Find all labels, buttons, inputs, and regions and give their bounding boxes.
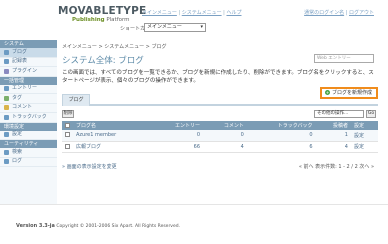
authors-count[interactable]: 1 (315, 130, 351, 142)
sidebar-item-label: 検索 (12, 148, 23, 155)
sidebar-item-label: ログ (12, 158, 23, 164)
sidebar-item-label: 設定 (12, 131, 23, 137)
blog-name-link[interactable]: 広報ブログ (73, 141, 151, 153)
sidebar-heading-system: システム (0, 40, 57, 48)
sidebar-item-search[interactable]: 検索 (0, 148, 57, 158)
entries-count[interactable]: 0 (150, 130, 204, 142)
col-authors[interactable]: 投稿者 (315, 121, 351, 130)
table-header-row: ブログ名 エントリー コメント トラックバック 投稿者 設定 (62, 121, 378, 130)
sidebar-item-label: エントリー (12, 85, 38, 91)
display-settings-link[interactable]: » 画面の表示設定を変更 (62, 163, 117, 170)
sidebar-heading-settings: 環境設定 (0, 122, 57, 131)
footer-text: Version 3.3-ja Copyright © 2001-2006 Six… (16, 223, 180, 229)
plus-icon: + (325, 90, 330, 95)
comment-icon (4, 105, 9, 111)
logo-sub-brand: Publishing (72, 17, 105, 23)
row-checkbox[interactable] (65, 132, 70, 138)
settings-link[interactable]: 設定 (350, 130, 378, 142)
sidebar: システム ブログ 記録表 プラグイン 一括管理 エントリー タグ コメント トラ… (0, 40, 57, 204)
logout-link[interactable]: ログアウト (349, 10, 374, 16)
table-row: 広報ブログ 66 4 6 4 設定 (62, 141, 378, 153)
copyright-text: Copyright © 2001-2006 Six Apart. All Rig… (54, 224, 181, 229)
breadcrumb: メインメニュー > システムメニュー > ブログ (62, 44, 167, 50)
plugin-icon (4, 68, 9, 74)
row-checkbox-cell[interactable] (62, 130, 73, 142)
user-name-link[interactable]: 通常のログイン名 (304, 10, 344, 16)
version-label: Version 3.3-ja (16, 223, 55, 229)
log-icon (4, 159, 9, 165)
tab-blogs[interactable]: ブログ (62, 94, 90, 106)
footer: Version 3.3-ja Copyright © 2001-2006 Six… (0, 204, 388, 244)
blog-icon (4, 49, 9, 55)
sidebar-item-entries[interactable]: エントリー (0, 85, 57, 94)
delete-button[interactable]: 削除 (62, 110, 74, 118)
col-comments[interactable]: コメント (203, 121, 247, 130)
page-title: システム全体: ブログ (62, 56, 144, 66)
sidebar-item-plugins[interactable]: プラグイン (0, 67, 57, 77)
sidebar-item-label: 記録表 (12, 58, 28, 64)
table-row: Azure1 member 0 0 0 1 設定 (62, 130, 378, 142)
tag-icon (4, 95, 9, 101)
select-all-header[interactable] (62, 121, 73, 130)
sidebar-item-label: プラグイン (12, 67, 38, 74)
blog-table: ブログ名 エントリー コメント トラックバック 投稿者 設定 Azure1 me… (62, 121, 378, 153)
top-nav: メインメニュー | システムメニュー | ヘルプ (142, 10, 242, 16)
page-description: この画面では、すべてのブログを一覧できるか、ブログを新規に作成したり、削除ができ… (62, 70, 374, 84)
col-settings: 設定 (350, 121, 378, 130)
sidebar-item-trackbacks[interactable]: トラックバック (0, 113, 57, 123)
sidebar-item-label: コメント (12, 104, 33, 110)
shortcut-select[interactable]: メインメニュー (144, 23, 206, 32)
user-links: 通常のログイン名 | ログアウト (304, 10, 374, 16)
pagination: « 前へ 表示件数: 1 - 2 / 2 次へ » (298, 164, 374, 170)
app-header: MOVABLETYPE Publishing Platform メインメニュー … (0, 0, 388, 40)
new-blog-button[interactable]: + ブログを新規作成 (320, 87, 378, 99)
nav-system-menu[interactable]: システムメニュー (182, 10, 222, 16)
go-button[interactable]: Go (366, 110, 376, 118)
sidebar-heading-utilities: ユーティリティ (0, 140, 57, 148)
authors-count[interactable]: 4 (315, 141, 351, 153)
search-icon (4, 149, 9, 155)
row-checkbox[interactable] (65, 143, 70, 149)
logo-sub-rest: Platform (104, 17, 130, 23)
search-input[interactable]: Web エントリー (314, 54, 374, 63)
row-checkbox-cell[interactable] (62, 141, 73, 153)
sidebar-item-blogs[interactable]: ブログ (0, 48, 57, 58)
col-trackbacks[interactable]: トラックバック (246, 121, 316, 130)
new-blog-label: ブログを新規作成 (332, 90, 373, 96)
entries-count[interactable]: 66 (150, 141, 204, 153)
trackbacks-count[interactable]: 6 (246, 141, 316, 153)
trackback-icon (4, 114, 9, 120)
blog-name-link[interactable]: Azure1 member (73, 130, 151, 142)
sidebar-item-settings[interactable]: 設定 (0, 131, 57, 140)
select-all-checkbox[interactable] (65, 122, 70, 128)
nav-help[interactable]: ヘルプ (226, 10, 241, 16)
sidebar-item-label: ブログ (12, 48, 28, 55)
logo[interactable]: MOVABLETYPE (58, 5, 146, 17)
main-content: メインメニュー > システムメニュー > ブログ システム全体: ブログ Web… (62, 40, 378, 204)
col-blog-name[interactable]: ブログ名 (73, 121, 151, 130)
settings-icon (4, 132, 9, 138)
comments-count[interactable]: 4 (203, 141, 247, 153)
sidebar-item-log[interactable]: ログ (0, 158, 57, 167)
nav-main-menu[interactable]: メインメニュー (142, 10, 177, 16)
trackbacks-count[interactable]: 0 (246, 130, 316, 142)
settings-link[interactable]: 設定 (350, 141, 378, 153)
entry-icon (4, 86, 9, 92)
users-icon (4, 59, 9, 65)
logo-subtitle: Publishing Platform (72, 17, 130, 23)
sidebar-item-label: タグ (12, 94, 23, 101)
col-entries[interactable]: エントリー (150, 121, 204, 130)
action-select[interactable]: その他の操作... (314, 110, 364, 118)
sidebar-item-label: トラックバック (12, 113, 47, 120)
comments-count[interactable]: 0 (203, 130, 247, 142)
